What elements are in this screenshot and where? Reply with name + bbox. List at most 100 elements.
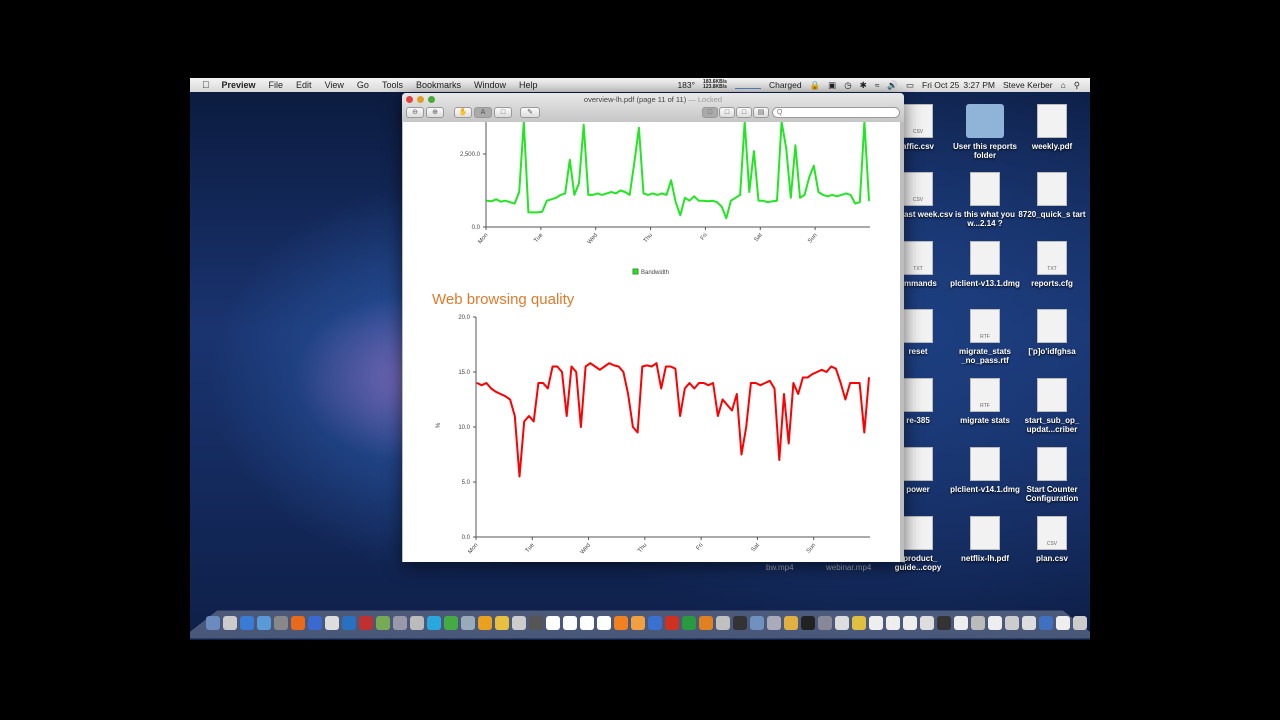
dock-app-icon[interactable] [733, 616, 747, 630]
wifi-icon[interactable]: ≈ [875, 80, 880, 90]
dock-app-icon[interactable] [886, 616, 900, 630]
date[interactable]: Fri Oct 25 [922, 80, 959, 90]
lock-icon[interactable]: 🔒 [810, 80, 821, 91]
dock-app-icon[interactable] [325, 616, 339, 630]
zoom-in-button[interactable]: ⊕ [426, 107, 444, 118]
dock-app-icon[interactable] [682, 616, 696, 630]
menu-app[interactable]: Preview [222, 80, 256, 90]
view-inspector-button[interactable]: ▤ [753, 107, 769, 118]
desktop-file-label[interactable]: weekly.pdf [1017, 142, 1087, 151]
file-icon[interactable] [1037, 378, 1067, 412]
file-icon[interactable] [903, 516, 933, 550]
dock-app-icon[interactable] [393, 616, 407, 630]
annotate-button[interactable]: ✎ [520, 107, 540, 118]
menu-view[interactable]: View [325, 80, 344, 90]
volume-icon[interactable]: 🔊 [887, 80, 898, 91]
dock-app-icon[interactable] [461, 616, 475, 630]
zoom-out-button[interactable]: ⊖ [406, 107, 424, 118]
search-input[interactable]: Q [772, 107, 900, 118]
file-icon[interactable]: CSV [903, 104, 933, 138]
desktop-file-label[interactable]: netflix-lh.pdf [950, 554, 1020, 563]
dock-app-icon[interactable] [580, 616, 594, 630]
file-icon[interactable]: TXT [903, 241, 933, 275]
dock-app-icon[interactable] [954, 616, 968, 630]
desktop-file-label[interactable]: Start Counter Configuration [1017, 485, 1087, 503]
file-icon[interactable] [966, 104, 1004, 138]
dock-app-icon[interactable] [665, 616, 679, 630]
file-icon[interactable] [1037, 309, 1067, 343]
dock-app-icon[interactable] [767, 616, 781, 630]
menu-window[interactable]: Window [474, 80, 506, 90]
dock-app-icon[interactable] [1056, 616, 1070, 630]
menu-edit[interactable]: Edit [296, 80, 312, 90]
desktop-file-label[interactable]: plan.csv [1017, 554, 1087, 563]
time[interactable]: 3:27 PM [963, 80, 995, 90]
desktop-file-label[interactable]: plclient-v14.1.dmg [950, 485, 1020, 494]
dock-app-icon[interactable] [835, 616, 849, 630]
dock-app-icon[interactable] [546, 616, 560, 630]
home-icon[interactable]: ⌂ [1061, 80, 1066, 90]
dock-app-icon[interactable] [257, 616, 271, 630]
desktop-file-label[interactable]: 8720_quick_s tart [1017, 210, 1087, 219]
dock-app-icon[interactable] [631, 616, 645, 630]
dock-app-icon[interactable] [784, 616, 798, 630]
apple-menu-icon[interactable]:  [202, 80, 210, 91]
dock-app-icon[interactable] [410, 616, 424, 630]
hand-tool-button[interactable]: ✋ [454, 107, 472, 118]
title-bar[interactable]: overview-lh.pdf (page 11 of 11) — Locked… [402, 93, 904, 122]
dock-app-icon[interactable] [597, 616, 611, 630]
dock-app-icon[interactable] [1022, 616, 1036, 630]
temperature[interactable]: 183° [677, 80, 695, 90]
dock-app-icon[interactable] [495, 616, 509, 630]
time-machine-icon[interactable]: ◷ [844, 80, 851, 91]
desktop-file-label[interactable]: migrate stats [950, 416, 1020, 425]
file-icon[interactable] [1037, 104, 1067, 138]
file-icon[interactable] [970, 516, 1000, 550]
desktop-file-label[interactable]: User this reports folder [950, 142, 1020, 160]
file-icon[interactable] [903, 309, 933, 343]
dock-app-icon[interactable] [937, 616, 951, 630]
menu-bookmarks[interactable]: Bookmarks [416, 80, 461, 90]
dock-app-icon[interactable] [240, 616, 254, 630]
menu-file[interactable]: File [269, 80, 284, 90]
file-icon[interactable] [970, 241, 1000, 275]
view-single-button[interactable]: □ [702, 107, 718, 118]
dock-app-icon[interactable] [1005, 616, 1019, 630]
desktop-file-label[interactable]: start_sub_op_ updat...criber [1017, 416, 1087, 434]
menu-tools[interactable]: Tools [382, 80, 403, 90]
dock-app-icon[interactable] [869, 616, 883, 630]
dock-app-icon[interactable] [274, 616, 288, 630]
dock-app-icon[interactable] [716, 616, 730, 630]
battery-status[interactable]: Charged [769, 80, 802, 90]
desktop-file-webinar[interactable]: webinar.mp4 [826, 563, 871, 572]
file-icon[interactable]: CSV [1037, 516, 1067, 550]
file-icon[interactable]: RTF [970, 378, 1000, 412]
dock-app-icon[interactable] [529, 616, 543, 630]
file-icon[interactable]: RTF [970, 309, 1000, 343]
network-meter[interactable]: 183.6KB/s 123.8KB/s [703, 80, 727, 90]
dock-app-icon[interactable] [359, 616, 373, 630]
dock-app-icon[interactable] [342, 616, 356, 630]
dock-app-icon[interactable] [512, 616, 526, 630]
dock-app-icon[interactable] [206, 616, 220, 630]
user-name[interactable]: Steve Kerber [1003, 80, 1053, 90]
desktop-file-label[interactable]: ['p]o'idfghsa [1017, 347, 1087, 356]
dock-app-icon[interactable] [1073, 616, 1087, 630]
dock-app-icon[interactable] [1039, 616, 1053, 630]
dock-app-icon[interactable] [614, 616, 628, 630]
dock-app-icon[interactable] [903, 616, 917, 630]
dock-app-icon[interactable] [801, 616, 815, 630]
display-icon[interactable]: ▣ [828, 80, 836, 91]
activity-meter-icon[interactable] [734, 81, 761, 89]
view-contact-button[interactable]: □ [736, 107, 752, 118]
text-tool-button[interactable]: A [474, 107, 492, 118]
dock-app-icon[interactable] [750, 616, 764, 630]
dock-app-icon[interactable] [818, 616, 832, 630]
dock-app-icon[interactable] [308, 616, 322, 630]
dock-app-icon[interactable] [427, 616, 441, 630]
bluetooth-icon[interactable]: ✱ [860, 80, 867, 91]
desktop-file-bw[interactable]: bw.mp4 [766, 563, 794, 572]
file-icon[interactable] [970, 172, 1000, 206]
menu-help[interactable]: Help [519, 80, 538, 90]
spotlight-icon[interactable]: ⚲ [1074, 80, 1080, 91]
